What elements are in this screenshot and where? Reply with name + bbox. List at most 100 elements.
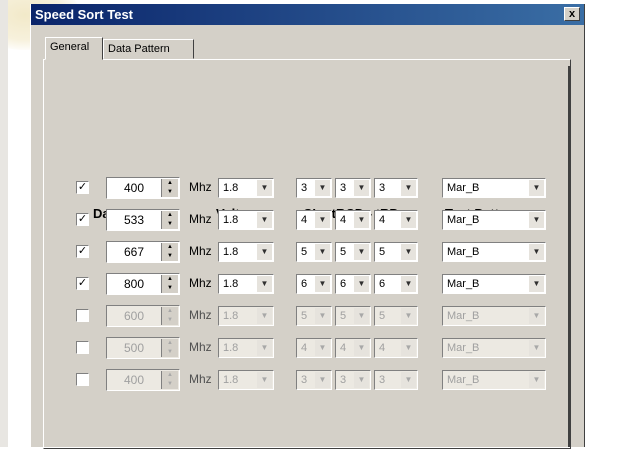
enable-checkbox[interactable]: ✓ xyxy=(76,245,89,258)
dropdown-arrow-icon[interactable]: ▼ xyxy=(401,180,416,196)
data-rate-spinner[interactable]: 400 ▲ ▼ xyxy=(106,177,180,199)
dropdown-arrow-icon[interactable]: ▼ xyxy=(315,276,330,292)
voltage-select[interactable]: 1.8 ▼ xyxy=(218,306,274,326)
dropdown-arrow-icon[interactable]: ▼ xyxy=(529,276,544,292)
close-button[interactable]: x xyxy=(564,7,580,21)
data-rate-spinner[interactable]: 600 ▲ ▼ xyxy=(106,305,180,327)
dropdown-arrow-icon[interactable]: ▼ xyxy=(529,372,544,388)
spin-down-icon[interactable]: ▼ xyxy=(162,220,178,229)
trp-select[interactable]: 5 ▼ xyxy=(374,306,418,326)
dropdown-arrow-icon[interactable]: ▼ xyxy=(315,180,330,196)
test-pattern-select[interactable]: Mar_B ▼ xyxy=(442,274,546,294)
dropdown-arrow-icon[interactable]: ▼ xyxy=(529,212,544,228)
spinner-arrows[interactable]: ▲ ▼ xyxy=(161,275,178,293)
test-pattern-select[interactable]: Mar_B ▼ xyxy=(442,370,546,390)
cl-select[interactable]: 5 ▼ xyxy=(296,242,332,262)
cl-select[interactable]: 4 ▼ xyxy=(296,210,332,230)
data-rate-spinner[interactable]: 667 ▲ ▼ xyxy=(106,241,180,263)
enable-checkbox[interactable] xyxy=(76,309,89,322)
trp-select[interactable]: 5 ▼ xyxy=(374,242,418,262)
dropdown-arrow-icon[interactable]: ▼ xyxy=(401,276,416,292)
spinner-arrows[interactable]: ▲ ▼ xyxy=(161,179,178,197)
spin-down-icon[interactable]: ▼ xyxy=(162,348,178,357)
voltage-select[interactable]: 1.8 ▼ xyxy=(218,178,274,198)
cl-select[interactable]: 4 ▼ xyxy=(296,338,332,358)
dropdown-arrow-icon[interactable]: ▼ xyxy=(315,340,330,356)
trp-select[interactable]: 4 ▼ xyxy=(374,210,418,230)
data-rate-spinner[interactable]: 500 ▲ ▼ xyxy=(106,337,180,359)
cl-select[interactable]: 5 ▼ xyxy=(296,306,332,326)
dropdown-arrow-icon[interactable]: ▼ xyxy=(257,372,272,388)
trcd-select[interactable]: 4 ▼ xyxy=(335,338,371,358)
spin-up-icon[interactable]: ▲ xyxy=(162,243,178,252)
dropdown-arrow-icon[interactable]: ▼ xyxy=(315,372,330,388)
enable-checkbox[interactable]: ✓ xyxy=(76,277,89,290)
dropdown-arrow-icon[interactable]: ▼ xyxy=(401,340,416,356)
trcd-select[interactable]: 4 ▼ xyxy=(335,210,371,230)
dropdown-arrow-icon[interactable]: ▼ xyxy=(401,372,416,388)
dropdown-arrow-icon[interactable]: ▼ xyxy=(529,308,544,324)
dropdown-arrow-icon[interactable]: ▼ xyxy=(354,372,369,388)
dropdown-arrow-icon[interactable]: ▼ xyxy=(529,340,544,356)
dropdown-arrow-icon[interactable]: ▼ xyxy=(315,244,330,260)
spinner-arrows[interactable]: ▲ ▼ xyxy=(161,339,178,357)
dropdown-arrow-icon[interactable]: ▼ xyxy=(354,212,369,228)
dropdown-arrow-icon[interactable]: ▼ xyxy=(401,212,416,228)
spin-up-icon[interactable]: ▲ xyxy=(162,371,178,380)
data-rate-spinner[interactable]: 400 ▲ ▼ xyxy=(106,369,180,391)
enable-checkbox[interactable] xyxy=(76,373,89,386)
voltage-select[interactable]: 1.8 ▼ xyxy=(218,242,274,262)
dropdown-arrow-icon[interactable]: ▼ xyxy=(401,244,416,260)
dropdown-arrow-icon[interactable]: ▼ xyxy=(315,212,330,228)
trcd-select[interactable]: 5 ▼ xyxy=(335,306,371,326)
spinner-arrows[interactable]: ▲ ▼ xyxy=(161,307,178,325)
dropdown-arrow-icon[interactable]: ▼ xyxy=(257,340,272,356)
enable-checkbox[interactable]: ✓ xyxy=(76,181,89,194)
spin-down-icon[interactable]: ▼ xyxy=(162,252,178,261)
spin-up-icon[interactable]: ▲ xyxy=(162,211,178,220)
dropdown-arrow-icon[interactable]: ▼ xyxy=(354,308,369,324)
spin-up-icon[interactable]: ▲ xyxy=(162,339,178,348)
trp-select[interactable]: 4 ▼ xyxy=(374,338,418,358)
cl-select[interactable]: 3 ▼ xyxy=(296,178,332,198)
cl-select[interactable]: 3 ▼ xyxy=(296,370,332,390)
tab-data-pattern[interactable]: Data Pattern xyxy=(103,39,194,59)
enable-checkbox[interactable]: ✓ xyxy=(76,213,89,226)
dropdown-arrow-icon[interactable]: ▼ xyxy=(257,180,272,196)
dropdown-arrow-icon[interactable]: ▼ xyxy=(529,180,544,196)
dropdown-arrow-icon[interactable]: ▼ xyxy=(315,308,330,324)
trcd-select[interactable]: 5 ▼ xyxy=(335,242,371,262)
spin-up-icon[interactable]: ▲ xyxy=(162,275,178,284)
spin-down-icon[interactable]: ▼ xyxy=(162,188,178,197)
trp-select[interactable]: 6 ▼ xyxy=(374,274,418,294)
voltage-select[interactable]: 1.8 ▼ xyxy=(218,338,274,358)
dropdown-arrow-icon[interactable]: ▼ xyxy=(401,308,416,324)
dropdown-arrow-icon[interactable]: ▼ xyxy=(354,244,369,260)
dropdown-arrow-icon[interactable]: ▼ xyxy=(354,340,369,356)
test-pattern-select[interactable]: Mar_B ▼ xyxy=(442,178,546,198)
dropdown-arrow-icon[interactable]: ▼ xyxy=(257,308,272,324)
voltage-select[interactable]: 1.8 ▼ xyxy=(218,370,274,390)
spin-up-icon[interactable]: ▲ xyxy=(162,179,178,188)
dropdown-arrow-icon[interactable]: ▼ xyxy=(257,276,272,292)
dropdown-arrow-icon[interactable]: ▼ xyxy=(257,212,272,228)
trcd-select[interactable]: 3 ▼ xyxy=(335,370,371,390)
cl-select[interactable]: 6 ▼ xyxy=(296,274,332,294)
trcd-select[interactable]: 3 ▼ xyxy=(335,178,371,198)
test-pattern-select[interactable]: Mar_B ▼ xyxy=(442,210,546,230)
dropdown-arrow-icon[interactable]: ▼ xyxy=(354,180,369,196)
spin-down-icon[interactable]: ▼ xyxy=(162,380,178,389)
test-pattern-select[interactable]: Mar_B ▼ xyxy=(442,306,546,326)
dropdown-arrow-icon[interactable]: ▼ xyxy=(529,244,544,260)
spinner-arrows[interactable]: ▲ ▼ xyxy=(161,371,178,389)
voltage-select[interactable]: 1.8 ▼ xyxy=(218,210,274,230)
spinner-arrows[interactable]: ▲ ▼ xyxy=(161,211,178,229)
dropdown-arrow-icon[interactable]: ▼ xyxy=(257,244,272,260)
trp-select[interactable]: 3 ▼ xyxy=(374,178,418,198)
spin-down-icon[interactable]: ▼ xyxy=(162,316,178,325)
data-rate-spinner[interactable]: 800 ▲ ▼ xyxy=(106,273,180,295)
trp-select[interactable]: 3 ▼ xyxy=(374,370,418,390)
test-pattern-select[interactable]: Mar_B ▼ xyxy=(442,338,546,358)
spinner-arrows[interactable]: ▲ ▼ xyxy=(161,243,178,261)
voltage-select[interactable]: 1.8 ▼ xyxy=(218,274,274,294)
